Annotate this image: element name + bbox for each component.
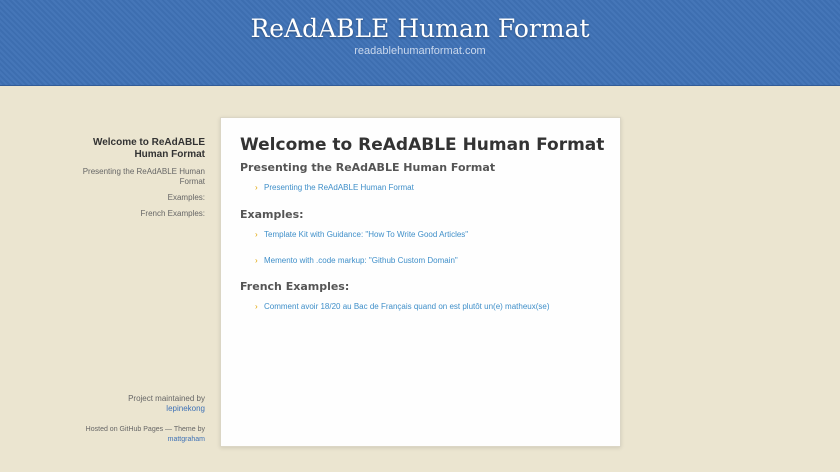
sidebar-footer: Project maintained by lepinekong Hosted … xyxy=(60,394,205,445)
site-title[interactable]: ReAdABLE Human Format xyxy=(0,14,840,43)
sidebar-item-examples[interactable]: Examples: xyxy=(60,193,205,203)
hosted-text: Hosted on GitHub Pages — Theme by xyxy=(85,426,205,433)
sidebar-item-french-examples[interactable]: French Examples: xyxy=(60,209,205,219)
link-template-kit[interactable]: Template Kit with Guidance: "How To Writ… xyxy=(264,230,468,239)
chevron-right-icon: › xyxy=(255,230,258,239)
chevron-right-icon: › xyxy=(255,256,258,265)
section-heading-french-examples: French Examples: xyxy=(240,280,350,293)
site-header: ReAdABLE Human Format readablehumanforma… xyxy=(0,0,840,86)
sidebar-nav: Welcome to ReAdABLE Human Format Present… xyxy=(60,137,205,219)
chevron-right-icon: › xyxy=(255,183,258,192)
link-presenting[interactable]: Presenting the ReAdABLE Human Format xyxy=(264,183,414,192)
theme-author-link[interactable]: mattgraham xyxy=(168,436,205,443)
page-title: Welcome to ReAdABLE Human Format xyxy=(240,135,605,155)
maintainer-link[interactable]: lepinekong xyxy=(166,404,205,413)
site-url[interactable]: readablehumanformat.com xyxy=(0,45,840,57)
maintained-by-text: Project maintained by xyxy=(128,394,205,403)
section-heading-examples: Examples: xyxy=(240,208,304,221)
sidebar-item-welcome[interactable]: Welcome to ReAdABLE Human Format xyxy=(60,137,205,161)
content-card: Welcome to ReAdABLE Human Format Present… xyxy=(220,117,621,447)
sidebar-item-presenting[interactable]: Presenting the ReAdABLE Human Format xyxy=(60,167,205,187)
link-french-bac[interactable]: Comment avoir 18/20 au Bac de Français q… xyxy=(264,302,550,311)
section-heading-presenting: Presenting the ReAdABLE Human Format xyxy=(240,161,496,174)
link-memento[interactable]: Memento with .code markup: "Github Custo… xyxy=(264,256,458,265)
chevron-right-icon: › xyxy=(255,302,258,311)
